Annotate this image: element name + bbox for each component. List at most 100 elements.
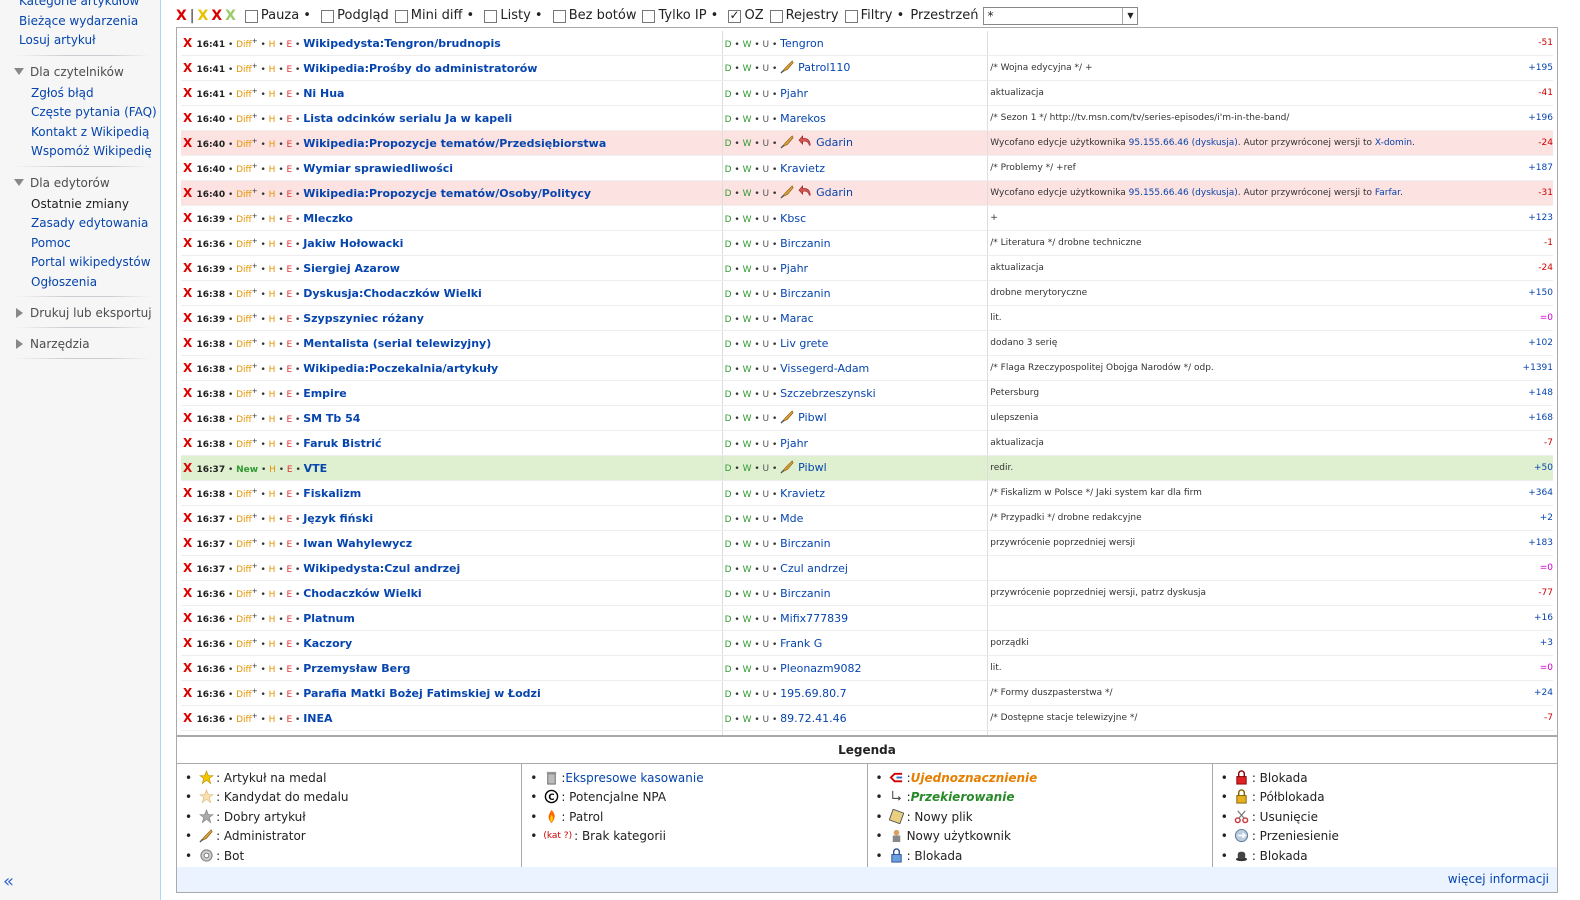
diff-link[interactable]: Diff+ bbox=[236, 312, 258, 325]
summary-author-link[interactable]: X-domin bbox=[1375, 138, 1412, 148]
diff-link[interactable]: Diff+ bbox=[236, 512, 258, 525]
sidebar-item[interactable]: Kontakt z Wikipedią bbox=[0, 123, 160, 143]
dismiss-x-button[interactable]: X bbox=[183, 261, 196, 275]
diff-link[interactable]: Diff+ bbox=[236, 712, 258, 725]
user-link[interactable]: Birczanin bbox=[780, 287, 830, 300]
checkbox-rejestry[interactable] bbox=[769, 10, 783, 23]
user-link[interactable]: 89.72.41.46 bbox=[780, 712, 846, 725]
chevron-down-icon[interactable] bbox=[14, 68, 24, 75]
user-link[interactable]: Kbsc bbox=[780, 212, 806, 225]
page-title-link[interactable]: Empire bbox=[303, 387, 347, 400]
delete-link[interactable]: D bbox=[725, 464, 732, 474]
namespace-select[interactable]: * ▼ bbox=[983, 6, 1139, 25]
chevron-right-icon[interactable] bbox=[16, 339, 23, 349]
sidebar-link-categories[interactable]: Kategorie artykułów bbox=[0, 0, 160, 12]
diff-link[interactable]: Diff+ bbox=[236, 162, 258, 175]
user-link[interactable]: Vissegerd-Adam bbox=[780, 362, 869, 375]
user-link[interactable]: Czul andrzej bbox=[780, 562, 848, 575]
user-link[interactable]: Kravietz bbox=[780, 162, 825, 175]
delete-link[interactable]: D bbox=[725, 690, 732, 700]
page-title-link[interactable]: Iwan Wahylewycz bbox=[303, 537, 412, 550]
page-title-link[interactable]: Wikipedia:Poczekalnia/artykuły bbox=[303, 362, 498, 375]
checkbox-tylko-ip[interactable] bbox=[642, 10, 656, 23]
delete-link[interactable]: D bbox=[725, 515, 732, 525]
more-info-link[interactable]: więcej informacji bbox=[1448, 872, 1549, 886]
user-link[interactable]: Gdarin bbox=[816, 186, 853, 199]
delete-link[interactable]: D bbox=[725, 540, 732, 550]
user-link[interactable]: Birczanin bbox=[780, 537, 830, 550]
delete-link[interactable]: D bbox=[725, 665, 732, 675]
dismiss-x-button[interactable]: X bbox=[183, 186, 196, 200]
chevron-down-icon[interactable] bbox=[14, 179, 24, 186]
dismiss-x-button[interactable]: X bbox=[183, 386, 196, 400]
user-link[interactable]: Birczanin bbox=[780, 237, 830, 250]
delete-link[interactable]: D bbox=[725, 315, 732, 325]
sidebar-link-current-events[interactable]: Bieżące wydarzenia bbox=[0, 12, 160, 32]
page-title-link[interactable]: Ni Hua bbox=[303, 87, 344, 100]
dismiss-x-button[interactable]: X bbox=[183, 361, 196, 375]
page-title-link[interactable]: INEA bbox=[303, 712, 332, 725]
user-link[interactable]: Patrol110 bbox=[798, 61, 850, 74]
dismiss-x-button[interactable]: X bbox=[183, 536, 196, 550]
dismiss-x-button[interactable]: X bbox=[183, 286, 196, 300]
diff-link[interactable]: Diff+ bbox=[236, 412, 258, 425]
diff-link[interactable]: Diff+ bbox=[236, 262, 258, 275]
diff-link[interactable]: Diff+ bbox=[236, 112, 258, 125]
delete-link[interactable]: D bbox=[725, 40, 732, 50]
page-title-link[interactable]: Wikipedysta:Tengron/brudnopis bbox=[303, 37, 501, 50]
page-title-link[interactable]: Wymiar sprawiedliwości bbox=[303, 162, 453, 175]
dismiss-x-button[interactable]: X bbox=[183, 561, 196, 575]
delete-link[interactable]: D bbox=[725, 565, 732, 575]
new-link[interactable]: New bbox=[236, 465, 258, 475]
page-title-link[interactable]: Jakiw Hołowacki bbox=[303, 237, 403, 250]
summary-author-link[interactable]: Farfar bbox=[1375, 188, 1400, 198]
delete-link[interactable]: D bbox=[725, 365, 732, 375]
sidebar-item[interactable]: Ogłoszenia bbox=[0, 273, 160, 293]
delete-link[interactable]: D bbox=[725, 414, 732, 424]
sidebar-item[interactable]: Zgłoś błąd bbox=[0, 84, 160, 104]
user-link[interactable]: Gdarin bbox=[816, 136, 853, 149]
chevron-down-icon[interactable]: ▼ bbox=[1122, 7, 1137, 24]
sidebar-item[interactable]: Częste pytania (FAQ) bbox=[0, 103, 160, 123]
user-link[interactable]: Marekos bbox=[780, 112, 826, 125]
dismiss-x-button[interactable]: X bbox=[183, 111, 196, 125]
delete-link[interactable]: D bbox=[725, 165, 732, 175]
diff-link[interactable]: Diff+ bbox=[236, 562, 258, 575]
checkbox-pauza[interactable] bbox=[244, 10, 258, 23]
page-title-link[interactable]: Wikipedysta:Czul andrzej bbox=[303, 562, 460, 575]
summary-user-link[interactable]: 95.155.66.46 bbox=[1129, 188, 1189, 198]
dismiss-x-button[interactable]: X bbox=[183, 336, 196, 350]
page-title-link[interactable]: Fiskalizm bbox=[303, 487, 361, 500]
sidebar-section-1[interactable]: Dla edytorów bbox=[14, 173, 160, 193]
diff-link[interactable]: Diff+ bbox=[236, 437, 258, 450]
diff-link[interactable]: Diff+ bbox=[236, 337, 258, 350]
page-title-link[interactable]: Mleczko bbox=[303, 212, 353, 225]
page-title-link[interactable]: Chodaczków Wielki bbox=[303, 587, 421, 600]
user-link[interactable]: Pibwl bbox=[798, 461, 826, 474]
user-link[interactable]: Szczebrzeszynski bbox=[780, 387, 876, 400]
dismiss-x-button[interactable]: X bbox=[183, 611, 196, 625]
delete-link[interactable]: D bbox=[725, 215, 732, 225]
dismiss-x-button[interactable]: X bbox=[183, 311, 196, 325]
delete-link[interactable]: D bbox=[725, 340, 732, 350]
delete-link[interactable]: D bbox=[725, 189, 732, 199]
sidebar-section-0[interactable]: Dla czytelników bbox=[14, 62, 160, 82]
delete-link[interactable]: D bbox=[725, 590, 732, 600]
page-title-link[interactable]: SM Tb 54 bbox=[303, 412, 360, 425]
user-link[interactable]: Kravietz bbox=[780, 487, 825, 500]
dismiss-x-button[interactable]: X bbox=[183, 436, 196, 450]
dismiss-x-button[interactable]: X bbox=[183, 236, 196, 250]
page-title-link[interactable]: Język fiński bbox=[303, 512, 373, 525]
diff-link[interactable]: Diff+ bbox=[236, 287, 258, 300]
page-title-link[interactable]: Przemysław Berg bbox=[303, 662, 410, 675]
sidebar-item[interactable]: Ostatnie zmiany bbox=[0, 195, 160, 215]
checkbox-filtry[interactable] bbox=[844, 10, 858, 23]
diff-link[interactable]: Diff+ bbox=[236, 187, 258, 200]
diff-link[interactable]: Diff+ bbox=[236, 362, 258, 375]
sidebar-item[interactable]: Wspomóż Wikipedię bbox=[0, 142, 160, 162]
user-link[interactable]: Pjahr bbox=[780, 87, 808, 100]
diff-link[interactable]: Diff+ bbox=[236, 212, 258, 225]
user-link[interactable]: Birczanin bbox=[780, 587, 830, 600]
toolbar-x-button[interactable]: X bbox=[225, 8, 236, 24]
diff-link[interactable]: Diff+ bbox=[236, 137, 258, 150]
